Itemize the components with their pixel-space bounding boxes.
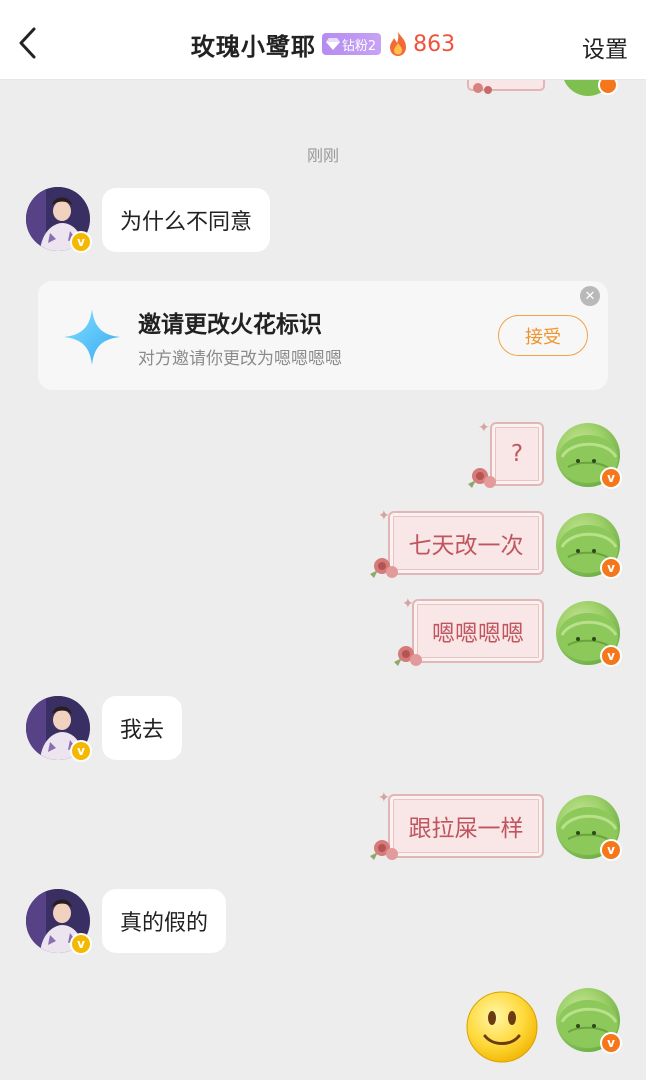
rose-icon xyxy=(468,468,496,488)
verified-badge-icon: v xyxy=(600,557,622,579)
verified-badge-icon: v xyxy=(600,467,622,489)
spark-star-icon xyxy=(64,309,120,365)
message-bubble-left[interactable]: 为什么不同意 xyxy=(102,188,271,252)
settings-button[interactable]: 设置 xyxy=(582,30,628,64)
my-avatar[interactable]: v xyxy=(556,795,622,861)
fire-icon xyxy=(390,32,407,56)
rose-icon xyxy=(394,646,422,666)
contact-avatar[interactable]: v xyxy=(26,889,92,955)
accept-button[interactable]: 接受 xyxy=(498,315,588,356)
previous-message-partial xyxy=(0,80,646,98)
close-icon[interactable]: ✕ xyxy=(580,286,600,306)
sparkle-icon: ✦ xyxy=(378,790,390,806)
my-avatar[interactable]: v xyxy=(556,988,622,1054)
message-bubble-left[interactable]: 真的假的 xyxy=(102,889,227,953)
contact-avatar[interactable]: v xyxy=(26,696,92,762)
rose-icon xyxy=(370,558,398,578)
verified-badge-icon: v xyxy=(600,645,622,667)
verified-badge-icon: v xyxy=(600,1032,622,1054)
message-bubble-left[interactable]: 我去 xyxy=(102,696,183,760)
message-timestamp: 刚刚 xyxy=(306,146,339,165)
verified-badge-icon: v xyxy=(70,231,92,253)
diamond-icon xyxy=(325,38,340,50)
my-avatar[interactable]: v xyxy=(556,513,622,579)
sparkle-icon: ✦ xyxy=(478,420,490,436)
contact-avatar[interactable]: v xyxy=(26,187,92,253)
sparkle-icon: ✦ xyxy=(402,596,414,612)
message-bubble-right[interactable]: 七天改一次 xyxy=(388,511,544,575)
my-avatar[interactable]: v xyxy=(556,601,622,667)
message-bubble-right[interactable]: 嗯嗯嗯嗯 xyxy=(412,599,544,663)
smiley-icon[interactable] xyxy=(465,990,539,1064)
message-bubble-right[interactable]: 跟拉屎一样 xyxy=(388,794,544,858)
sparkle-icon: ✦ xyxy=(378,508,390,524)
chat-title: 玫瑰小鹭耶 xyxy=(190,32,316,61)
fire-streak-count: 863 xyxy=(413,31,456,57)
invite-card: ✕ 邀请更改火花标识 对方邀请你更改为嗯嗯嗯嗯 接受 xyxy=(38,281,608,390)
verified-badge-icon: v xyxy=(70,740,92,762)
rose-icon xyxy=(370,840,398,860)
verified-badge-icon: v xyxy=(600,839,622,861)
invite-subtitle: 对方邀请你更改为嗯嗯嗯嗯 xyxy=(138,349,342,369)
rose-icon xyxy=(467,80,618,96)
fan-level-badge: 钻粉2 xyxy=(321,33,382,55)
invite-title: 邀请更改火花标识 xyxy=(138,312,322,338)
title-group: 玫瑰小鹭耶 钻粉2 863 xyxy=(0,24,646,64)
verified-badge-icon: v xyxy=(70,933,92,955)
fan-badge-label: 钻粉2 xyxy=(341,38,377,54)
chat-header: 玫瑰小鹭耶 钻粉2 863 设置 xyxy=(0,0,646,80)
my-avatar[interactable]: v xyxy=(556,423,622,489)
